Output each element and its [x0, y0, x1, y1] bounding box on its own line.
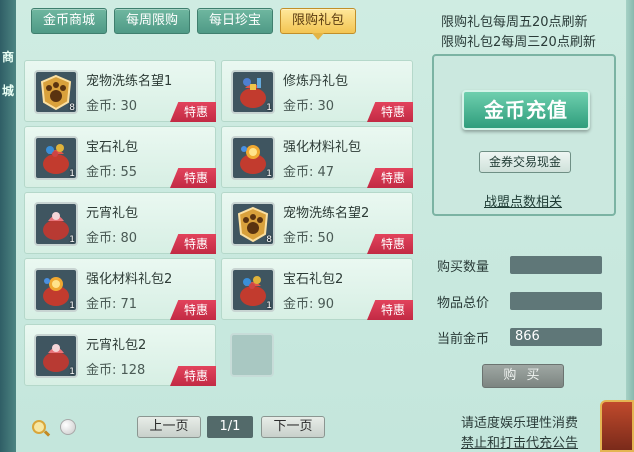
item-price: 金币: 71 — [86, 297, 138, 312]
gift-bag-icon: 1 — [34, 334, 78, 378]
item-name: 宠物洗练名望1 — [86, 74, 173, 89]
prev-page-button[interactable]: 上一页 — [137, 416, 201, 438]
shop-item[interactable]: 1 元宵礼包 金币: 80 特惠 — [24, 192, 216, 254]
item-name: 元宵礼包 — [86, 206, 139, 221]
special-offer-badge: 特惠 — [170, 168, 216, 188]
gift-bag-icon: 1 — [34, 202, 78, 246]
shop-item[interactable]: 8 宠物洗练名望1 金币: 30 特惠 — [24, 60, 216, 122]
special-offer-badge: 特惠 — [367, 168, 413, 188]
special-offer-badge: 特惠 — [367, 102, 413, 122]
special-offer-badge: 特惠 — [170, 366, 216, 386]
left-side-tab-strip: 商 城 — [0, 0, 16, 452]
shop-item[interactable]: 1 强化材料礼包 金币: 47 特惠 — [221, 126, 413, 188]
paw-badge-icon: 8 — [34, 70, 78, 114]
refresh-notice-2: 限购礼包2每周三20点刷新 — [441, 35, 596, 50]
gift-bag-icon: 1 — [231, 268, 275, 312]
item-quantity: 1 — [266, 103, 272, 113]
gift-bag-icon: 1 — [231, 136, 275, 180]
item-quantity: 1 — [69, 367, 75, 377]
special-offer-badge: 特惠 — [170, 300, 216, 320]
empty-slot-frame — [230, 333, 274, 377]
shop-item[interactable]: 1 宝石礼包2 金币: 90 特惠 — [221, 258, 413, 320]
item-name: 宠物洗练名望2 — [283, 206, 370, 221]
side-tab-char-2: 城 — [1, 84, 14, 98]
quantity-label: 购买数量 — [437, 260, 490, 275]
shop-item[interactable]: 1 修炼丹礼包 金币: 30 特惠 — [221, 60, 413, 122]
item-price: 金币: 80 — [86, 231, 138, 246]
tab-limited-gift-pack[interactable]: 限购礼包 — [280, 8, 356, 40]
treasure-chest-icon[interactable] — [600, 400, 634, 452]
item-quantity: 1 — [69, 169, 75, 179]
page-indicator: 1/1 — [207, 416, 253, 438]
item-price: 金币: 50 — [283, 231, 335, 246]
special-offer-badge: 特惠 — [367, 234, 413, 254]
voucher-trade-button[interactable]: 金券交易现金 — [479, 151, 571, 173]
refresh-notice-1: 限购礼包每周五20点刷新 — [441, 15, 588, 30]
special-offer-badge: 特惠 — [170, 102, 216, 122]
item-price: 金币: 47 — [283, 165, 335, 180]
special-offer-badge: 特惠 — [170, 234, 216, 254]
gift-bag-icon: 1 — [34, 136, 78, 180]
item-name: 修炼丹礼包 — [283, 74, 349, 89]
item-name: 宝石礼包 — [86, 140, 139, 155]
tab-gold-shop[interactable]: 金币商城 — [31, 8, 107, 34]
gift-bag-icon: 1 — [231, 70, 275, 114]
item-quantity: 1 — [69, 235, 75, 245]
item-price: 金币: 55 — [86, 165, 138, 180]
side-tab-char-1: 商 — [1, 50, 14, 64]
item-quantity: 1 — [266, 301, 272, 311]
magnifier-icon[interactable] — [32, 420, 46, 434]
alliance-points-link[interactable]: 战盟点数相关 — [484, 191, 562, 210]
item-price: 金币: 30 — [283, 99, 335, 114]
empty-item-slot — [221, 324, 413, 386]
paw-badge-icon: 8 — [231, 202, 275, 246]
item-name: 强化材料礼包 — [283, 140, 362, 155]
current-gold-field: 866 — [510, 328, 602, 346]
anti-proxy-recharge-link[interactable]: 禁止和打击代充公告 — [461, 432, 578, 451]
item-quantity: 8 — [69, 103, 75, 113]
item-name: 元宵礼包2 — [86, 338, 147, 353]
shop-item[interactable]: 1 元宵礼包2 金币: 128 特惠 — [24, 324, 216, 386]
item-price: 金币: 128 — [86, 363, 146, 378]
special-offer-badge: 特惠 — [367, 300, 413, 320]
total-price-field — [510, 292, 602, 310]
buy-button[interactable]: 购 买 — [482, 364, 564, 388]
right-border-decoration — [626, 0, 634, 452]
responsible-spending-notice: 请适度娱乐理性消费 — [461, 416, 579, 431]
tab-weekly-limited[interactable]: 每周限购 — [114, 8, 190, 34]
item-quantity: 1 — [266, 169, 272, 179]
item-quantity: 1 — [69, 301, 75, 311]
pearl-icon[interactable] — [60, 419, 76, 435]
total-price-label: 物品总价 — [437, 296, 490, 311]
item-price: 金币: 30 — [86, 99, 138, 114]
item-name: 强化材料礼包2 — [86, 272, 173, 287]
item-name: 宝石礼包2 — [283, 272, 344, 287]
shop-item[interactable]: 1 强化材料礼包2 金币: 71 特惠 — [24, 258, 216, 320]
quantity-field[interactable] — [510, 256, 602, 274]
shop-item[interactable]: 8 宠物洗练名望2 金币: 50 特惠 — [221, 192, 413, 254]
gold-recharge-button[interactable]: 金币充值 — [462, 90, 590, 130]
item-price: 金币: 90 — [283, 297, 335, 312]
current-gold-label: 当前金币 — [437, 332, 490, 347]
shop-item[interactable]: 1 宝石礼包 金币: 55 特惠 — [24, 126, 216, 188]
item-grid: 8 宠物洗练名望1 金币: 30 特惠 1 修炼丹礼包 金币: 30 特惠 1 … — [24, 55, 414, 387]
item-quantity: 8 — [266, 235, 272, 245]
next-page-button[interactable]: 下一页 — [261, 416, 325, 438]
tab-daily-treasure[interactable]: 每日珍宝 — [197, 8, 273, 34]
gift-bag-icon: 1 — [34, 268, 78, 312]
